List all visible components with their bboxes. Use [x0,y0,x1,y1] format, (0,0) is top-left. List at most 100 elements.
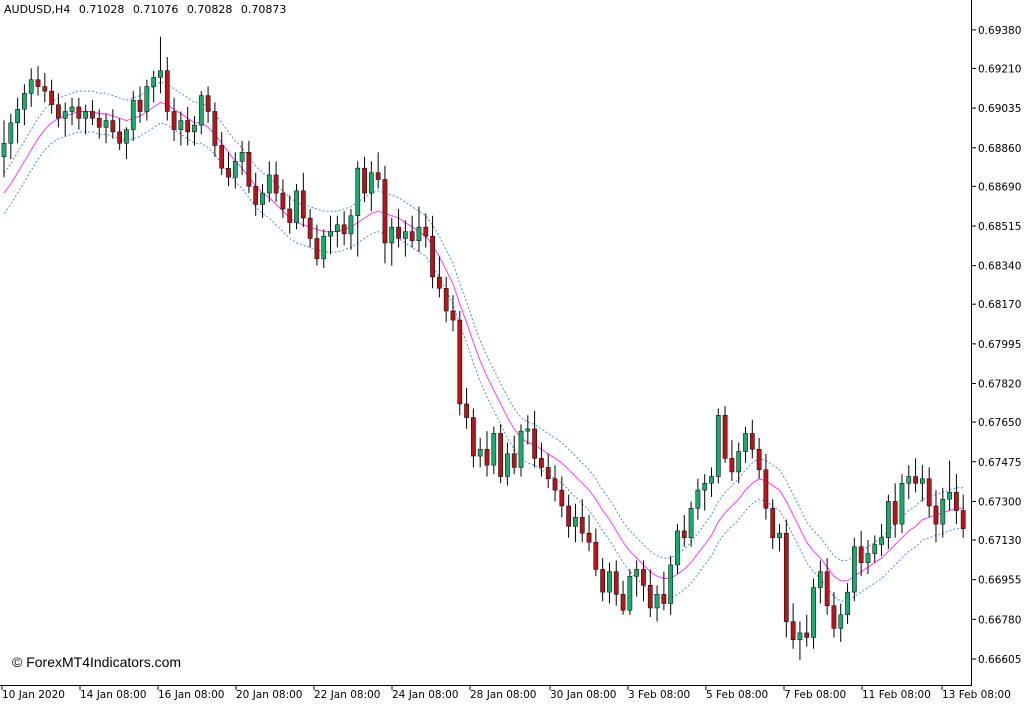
candle-body-136 [926,478,932,507]
chart: AUDUSD,H4 0.71028 0.71076 0.70828 0.7087… [0,0,1024,705]
x-tick-label-6: 28 Jan 08:00 [470,689,536,701]
y-tick-label-10: 0.67650 [978,417,1021,429]
candle-body-40 [273,174,279,194]
candle-body-61 [416,226,422,241]
candle-body-96 [654,594,660,609]
candle-body-95 [647,585,653,609]
candle-body-52 [355,167,361,217]
candle-body-26 [178,120,184,130]
candle-body-73 [498,433,503,477]
candle-body-25 [171,111,177,130]
candle-body-111 [756,449,762,470]
candle-body-79 [539,458,544,468]
candle-body-67 [457,319,463,405]
candle-body-127 [865,553,871,563]
candle-body-59 [403,231,408,239]
candle-body-51 [348,215,354,235]
candle-body-56 [382,179,388,244]
candle-body-131 [892,501,898,525]
candle-body-30 [205,95,211,112]
candle-body-117 [797,632,803,640]
candle-body-129 [879,537,884,545]
y-tick-label-1: 0.69210 [978,63,1021,75]
candle-body-100 [681,530,687,538]
candle-body-16 [110,120,116,133]
x-tick-label-7: 30 Jan 08:00 [550,689,616,701]
candle-body-139 [947,492,952,500]
y-tick-label-13: 0.67130 [978,535,1021,547]
y-tick-label-8: 0.67995 [978,339,1021,351]
candle-body-135 [920,478,925,484]
y-tick-label-16: 0.66605 [978,654,1021,666]
candle-body-9 [62,111,68,119]
y-tick-label-11: 0.67475 [978,457,1021,469]
candle-body-81 [552,478,558,491]
candle-body-8 [56,104,61,119]
candle-body-83 [566,505,571,527]
y-tick-label-14: 0.66955 [978,575,1021,587]
candle-body-94 [641,569,646,586]
candle-body-126 [858,546,864,563]
candle-body-37 [253,186,259,205]
x-tick-label-0: 10 Jan 2020 [2,689,65,701]
upper-band-line [3,81,964,561]
candle-body-140 [954,492,959,511]
candle-body-43 [294,190,299,223]
candle-body-103 [702,483,708,491]
candle-body-70 [477,449,483,457]
candle-body-121 [824,571,830,606]
candle-body-46 [314,238,320,260]
candle-body-7 [49,90,54,105]
candle-body-69 [471,417,476,457]
candle-body-55 [375,172,381,180]
candle-body-132 [899,483,905,525]
candle-body-15 [103,120,109,128]
candle-body-62 [423,226,429,237]
candle-body-77 [525,428,531,432]
x-tick-label-10: 7 Feb 08:00 [784,689,846,701]
candle-body-113 [770,507,776,538]
y-tick-label-6: 0.68340 [978,261,1021,273]
y-tick-label-12: 0.67300 [978,496,1021,508]
candle-body-116 [790,621,796,640]
candle-body-106 [722,415,728,459]
candle-body-42 [287,208,293,223]
candle-body-27 [185,120,191,133]
candle-body-71 [484,449,490,466]
candle-body-53 [362,167,367,194]
candle-body-58 [396,226,401,239]
candle-body-33 [226,167,231,178]
candle-body-47 [321,235,327,260]
candle-body-91 [620,594,626,611]
candle-body-89 [607,571,612,593]
candle-body-119 [811,587,816,638]
candle-body-2 [15,108,20,124]
candle-body-34 [232,161,238,178]
candle-body-75 [511,453,517,468]
candle-body-68 [464,403,469,418]
candle-body-13 [90,111,95,119]
candle-body-120 [817,571,823,588]
candle-body-45 [307,217,313,239]
candle-body-92 [627,575,633,611]
candle-body-32 [219,145,225,169]
candle-body-49 [334,224,340,232]
chart-svg: 0.69380 0.69210 0.69035 0.68860 0.68690 0.685… [1,25,1021,701]
candle-body-60 [409,231,415,241]
x-tick-label-8: 3 Feb 08:00 [628,689,690,701]
x-tick-label-9: 5 Feb 08:00 [706,689,768,701]
candle-body-141 [960,510,966,529]
candle-body-87 [593,541,599,570]
candle-body-97 [661,594,667,604]
candle-body-20 [137,99,143,112]
candle-body-109 [743,433,748,452]
candle-body-48 [328,231,333,237]
candle-body-31 [212,111,218,146]
y-tick-label-2: 0.69035 [978,103,1021,115]
candle-body-1 [8,122,14,144]
candle-body-122 [831,605,837,629]
y-tick-label-5: 0.68515 [978,221,1021,233]
candle-body-50 [341,224,347,235]
candle-body-23 [158,70,163,78]
candle-body-128 [872,544,878,554]
